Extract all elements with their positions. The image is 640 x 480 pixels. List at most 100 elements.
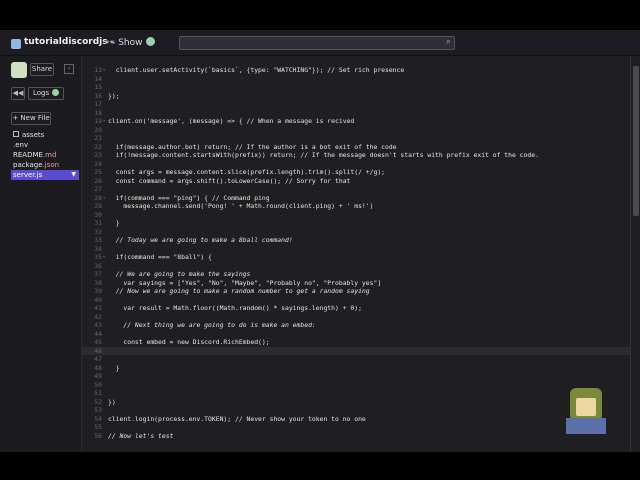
project-logo-icon[interactable] bbox=[11, 39, 21, 49]
logs-button[interactable]: Logs bbox=[28, 87, 64, 100]
line-number: 32 bbox=[94, 227, 102, 236]
code-line[interactable]: 44 bbox=[82, 330, 630, 338]
code-line[interactable]: 24 bbox=[82, 160, 630, 168]
code-line[interactable]: 14 bbox=[82, 75, 630, 83]
code-line[interactable]: 27 bbox=[82, 185, 630, 193]
code-line[interactable]: 22 if(message.author.bot) return; // If … bbox=[82, 143, 630, 151]
code-text: message.channel.send('Pong! ' + Math.rou… bbox=[108, 202, 374, 210]
code-line[interactable]: 26 const command = args.shift().toLowerC… bbox=[82, 177, 630, 185]
show-button[interactable]: 👓 Show bbox=[104, 37, 155, 48]
code-line[interactable]: 25 const args = message.content.slice(pr… bbox=[82, 168, 630, 176]
code-text: client.login(process.env.TOKEN); // Neve… bbox=[108, 414, 366, 423]
code-line[interactable]: 36 bbox=[82, 262, 630, 270]
line-number: 56 bbox=[94, 431, 102, 440]
code-line[interactable]: 37 // We are going to make the sayings bbox=[82, 270, 630, 278]
fold-arrow-icon[interactable]: ▸ bbox=[103, 117, 106, 125]
code-editor[interactable]: 13 ▸ client.user.setActivity(`basics`, {t… bbox=[82, 56, 630, 452]
code-line[interactable]: 33 // Today we are going to make a 8ball… bbox=[82, 236, 630, 244]
code-line[interactable]: 29 message.channel.send('Pong! ' + Math.… bbox=[82, 202, 630, 210]
fold-arrow-icon[interactable]: ▸ bbox=[103, 66, 106, 74]
line-number: 33 bbox=[94, 236, 102, 244]
code-line[interactable]: 38 var sayings = ["Yes", "No", "Maybe", … bbox=[82, 279, 630, 287]
code-line[interactable]: 55 bbox=[82, 423, 630, 431]
code-line[interactable]: 41 var result = Math.floor((Math.random(… bbox=[82, 304, 630, 312]
code-line[interactable]: 40 bbox=[82, 296, 630, 304]
project-avatar[interactable] bbox=[11, 62, 27, 78]
fold-arrow-icon[interactable]: ▸ bbox=[103, 253, 106, 261]
line-number: 40 bbox=[94, 295, 102, 304]
code-line[interactable]: 43 // Next thing we are going to do is m… bbox=[82, 321, 630, 329]
code-text: if(command === "ping") { // Command ping bbox=[108, 193, 270, 202]
webcam-body bbox=[566, 418, 606, 434]
line-number: 43 bbox=[94, 321, 102, 329]
code-line[interactable]: 45 const embed = new Discord.RichEmbed()… bbox=[82, 338, 630, 346]
code-text: }) bbox=[108, 397, 116, 406]
search-icon[interactable]: ⌕ bbox=[446, 37, 451, 47]
search-input[interactable]: ⌕ bbox=[179, 36, 455, 50]
file-item[interactable]: server.js ▼ bbox=[11, 170, 79, 180]
rewind-button[interactable]: ◀◀ bbox=[11, 87, 25, 100]
line-number: 54 bbox=[94, 414, 102, 423]
code-line[interactable]: 20 bbox=[82, 126, 630, 134]
code-line[interactable]: 17 bbox=[82, 100, 630, 108]
sidebar: Share ‹ ◀◀ Logs + New File assets .env REA… bbox=[0, 56, 82, 452]
line-number: 30 bbox=[94, 210, 102, 219]
code-line[interactable]: 21 bbox=[82, 134, 630, 142]
code-line[interactable]: 28 ▸ if(command === "ping") { // Command … bbox=[82, 194, 630, 202]
editor-scrollbar[interactable] bbox=[630, 56, 640, 452]
line-number: 34 bbox=[94, 244, 102, 253]
code-line[interactable]: 54 client.login(process.env.TOKEN); // Ne… bbox=[82, 415, 630, 423]
code-line[interactable]: 51 bbox=[82, 389, 630, 397]
new-file-button[interactable]: + New File bbox=[11, 112, 51, 125]
code-line[interactable]: 23 if(!message.content.startsWith(prefix… bbox=[82, 151, 630, 159]
code-line[interactable]: 19 ▸ client.on('message', (message) => { /… bbox=[82, 117, 630, 125]
file-options-icon[interactable]: ▼ bbox=[71, 170, 76, 180]
code-line[interactable]: 34 bbox=[82, 245, 630, 253]
line-number: 51 bbox=[94, 389, 102, 397]
code-line[interactable]: 56 // Now let's test bbox=[82, 432, 630, 440]
code-line[interactable]: 48 } bbox=[82, 364, 630, 372]
code-text: // We are going to make the sayings bbox=[108, 270, 251, 278]
collapse-sidebar-icon[interactable]: ‹ bbox=[64, 64, 74, 74]
line-number: 25 bbox=[94, 168, 102, 176]
line-number: 50 bbox=[94, 380, 102, 389]
code-line[interactable]: 49 bbox=[82, 372, 630, 380]
file-name: server bbox=[13, 171, 35, 179]
scrollbar-thumb[interactable] bbox=[633, 66, 639, 216]
code-line[interactable]: 42 bbox=[82, 313, 630, 321]
code-line[interactable]: 46 bbox=[82, 346, 630, 355]
fold-arrow-icon[interactable]: ▸ bbox=[103, 194, 106, 202]
line-number: 14 bbox=[94, 74, 102, 83]
code-text: const embed = new Discord.RichEmbed(); bbox=[108, 338, 270, 346]
top-black-band bbox=[0, 0, 640, 30]
code-line[interactable]: 13 ▸ client.user.setActivity(`basics`, {t… bbox=[82, 66, 630, 74]
line-number: 35 bbox=[94, 253, 102, 261]
code-line[interactable]: 52}) bbox=[82, 398, 630, 406]
code-line[interactable]: 16}); bbox=[82, 92, 630, 100]
code-text: // Now let's test bbox=[108, 431, 174, 440]
code-text: if(command === "8ball") { bbox=[108, 253, 212, 261]
code-line[interactable]: 47 bbox=[82, 355, 630, 363]
code-line[interactable]: 31 } bbox=[82, 219, 630, 227]
project-name: tutorialdiscordjs bbox=[24, 37, 108, 47]
code-text: client.user.setActivity(`basics`, {type:… bbox=[108, 66, 405, 74]
line-number: 29 bbox=[94, 202, 102, 210]
line-number: 41 bbox=[94, 304, 102, 312]
line-number: 48 bbox=[94, 363, 102, 372]
share-button[interactable]: Share bbox=[30, 63, 54, 76]
file-item[interactable]: package.json bbox=[11, 160, 79, 170]
code-line[interactable]: 30 bbox=[82, 211, 630, 219]
code-line[interactable]: 53 bbox=[82, 406, 630, 414]
code-text: // Now we are going to make a random num… bbox=[108, 287, 370, 295]
code-line[interactable]: 32 bbox=[82, 228, 630, 236]
line-number: 18 bbox=[94, 108, 102, 117]
logs-status-icon bbox=[52, 89, 60, 96]
code-line[interactable]: 18 bbox=[82, 109, 630, 117]
code-line[interactable]: 39 // Now we are going to make a random … bbox=[82, 287, 630, 295]
file-item[interactable]: assets bbox=[11, 130, 79, 140]
code-line[interactable]: 50 bbox=[82, 381, 630, 389]
code-line[interactable]: 15 bbox=[82, 83, 630, 91]
code-line[interactable]: 35 ▸ if(command === "8ball") { bbox=[82, 253, 630, 261]
file-item[interactable]: .env bbox=[11, 140, 79, 150]
file-item[interactable]: README.md bbox=[11, 150, 79, 160]
